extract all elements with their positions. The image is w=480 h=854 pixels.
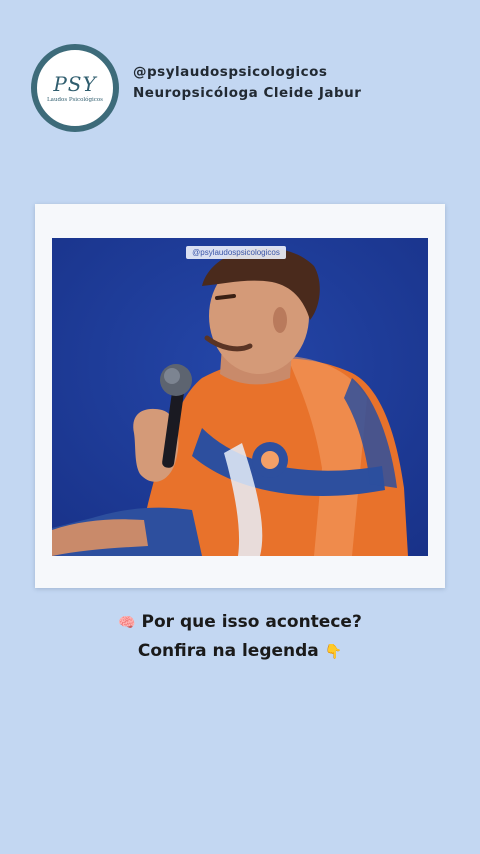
profile-handle[interactable]: @psylaudospsicologicos: [133, 62, 361, 83]
speaker-illustration: [52, 238, 428, 556]
polaroid-frame: @psylaudospsicologicos: [35, 204, 445, 588]
profile-header: PSY Laudos Psicológicos @psylaudospsicol…: [31, 44, 361, 132]
post-caption: 🧠 Por que isso acontece? Confira na lege…: [0, 608, 480, 666]
profile-text: @psylaudospsicologicos Neuropsicóloga Cl…: [133, 62, 361, 104]
brain-icon: 🧠: [118, 615, 136, 631]
brand-logo[interactable]: PSY Laudos Psicológicos: [31, 44, 119, 132]
caption-question: Por que isso acontece?: [141, 612, 362, 632]
image-watermark: @psylaudospsicologicos: [186, 246, 286, 259]
caption-cta: Confira na legenda: [137, 641, 319, 661]
logo-subtext: Laudos Psicológicos: [47, 96, 103, 103]
video-frame[interactable]: @psylaudospsicologicos: [52, 238, 428, 556]
pointing-down-icon: 👇: [324, 644, 343, 660]
caption-line-1: 🧠 Por que isso acontece?: [0, 608, 480, 637]
caption-line-2: Confira na legenda 👇: [0, 637, 480, 666]
logo-mark: PSY: [53, 71, 97, 96]
profile-subtitle: Neuropsicóloga Cleide Jabur: [133, 85, 362, 101]
